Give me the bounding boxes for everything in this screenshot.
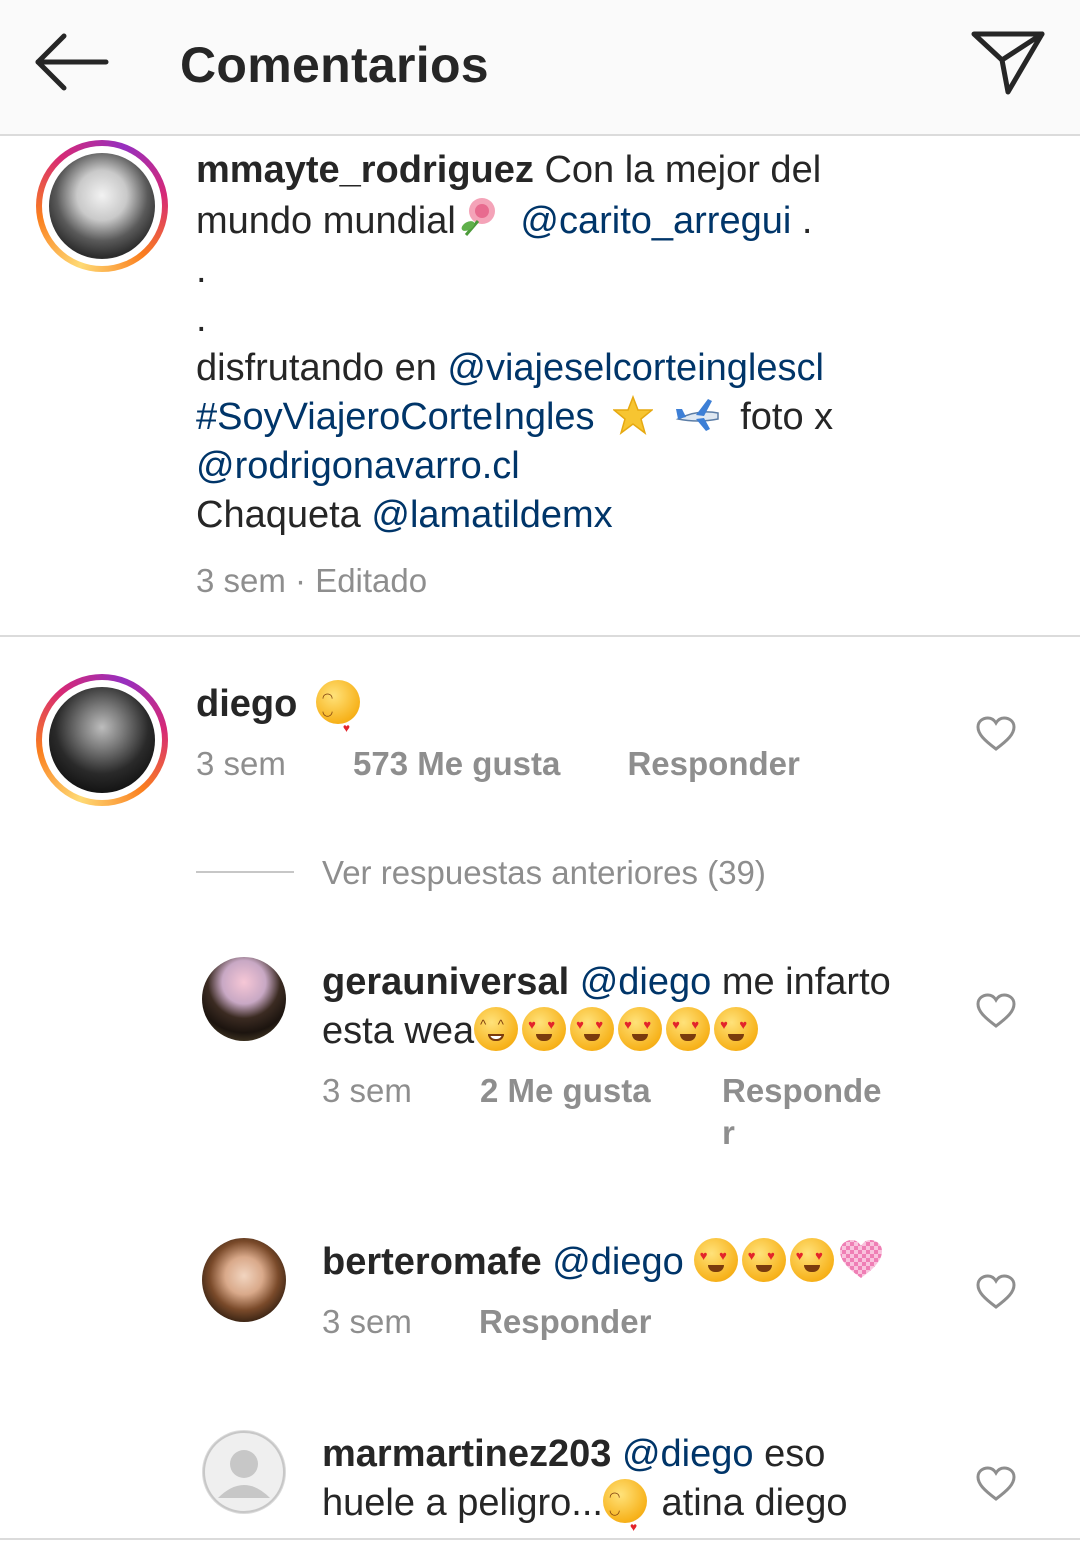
caption-text: disfrutando en	[196, 347, 448, 389]
commenter-avatar[interactable]	[202, 957, 286, 1041]
heart-eyes-emoji-icon: ♥ ♥	[618, 1007, 663, 1051]
reply-gerauniversal: gerauniversal @diego me infarto esta wea…	[322, 958, 962, 1162]
caption-dot: .	[196, 298, 207, 340]
reply-body: marmartinez203 @diego eso	[322, 1430, 962, 1479]
comment-meta: 3 sem 573 Me gusta Responder	[196, 745, 956, 783]
post-caption: mmayte_rodriguez Con la mejor del mundo …	[196, 146, 1056, 600]
caption-line-8: Chaqueta @lamatildemx	[196, 491, 1056, 540]
commenter-avatar[interactable]	[202, 1238, 286, 1322]
reply-button[interactable]: Responde	[722, 1072, 882, 1110]
view-replies-line	[196, 871, 294, 873]
kiss-emoji-icon: ◠ ◡ ♥	[602, 1479, 647, 1534]
heart-eyes-emoji-icon: ♥ ♥	[741, 1238, 786, 1282]
hashtag-link[interactable]: #SoyViajeroCorteIngles	[196, 396, 595, 438]
post-author-avatar[interactable]	[36, 140, 168, 272]
caption-text: Chaqueta	[196, 494, 372, 536]
kiss-emoji-icon: ◠ ◡ ♥	[315, 680, 360, 735]
comment-text: huele a peligro...	[322, 1482, 603, 1524]
caption-text: foto x	[740, 396, 834, 438]
caption-line-6: #SoyViajeroCorteIngles foto x	[196, 393, 1056, 442]
comment-text: eso	[753, 1433, 826, 1475]
bottom-divider	[0, 1538, 1080, 1540]
likes-count-button[interactable]: 2 Me gusta	[480, 1072, 651, 1110]
heart-eyes-emoji-icon: ♥ ♥	[570, 1007, 615, 1051]
comment-username[interactable]: marmartinez203	[322, 1433, 611, 1475]
comment-meta: 3 sem 2 Me gusta Responde r	[322, 1072, 962, 1162]
caption-dot: .	[196, 249, 207, 291]
mention-link[interactable]: @diego	[622, 1433, 754, 1475]
reply-marmartinez203: marmartinez203 @diego eso huele a peligr…	[322, 1430, 962, 1534]
like-heart-icon[interactable]	[976, 1466, 1016, 1502]
mention-link[interactable]: @lamatildemx	[371, 494, 612, 536]
page-title: Comentarios	[180, 37, 489, 93]
reply-button-wrap[interactable]: r	[722, 1114, 735, 1152]
rose-icon	[456, 195, 500, 239]
send-direct-icon[interactable]	[966, 24, 1050, 100]
star-icon	[612, 394, 655, 435]
comment-body: diego ◠ ◡ ♥	[196, 680, 956, 735]
back-arrow-icon[interactable]	[30, 28, 114, 96]
commenter-avatar[interactable]	[36, 674, 168, 806]
heart-eyes-emoji-icon: ♥ ♥	[789, 1238, 834, 1282]
checkered-heart-icon	[838, 1238, 884, 1280]
airplane-icon	[674, 395, 722, 435]
mention-link[interactable]: @rodrigonavarro.cl	[196, 445, 520, 487]
reply-body: huele a peligro... ◠ ◡ ♥ atina diego	[322, 1479, 962, 1534]
like-heart-icon[interactable]	[976, 716, 1016, 752]
comment-diego: diego ◠ ◡ ♥ 3 sem 573 Me gusta Responder	[196, 680, 956, 783]
reply-body: esta wea ^ ^ ♥ ♥ ♥ ♥ ♥ ♥ ♥ ♥ ♥ ♥	[322, 1007, 962, 1056]
caption-text: .	[791, 200, 813, 242]
caption-line-7: @rodrigonavarro.cl	[196, 442, 1056, 491]
comment-username[interactable]: berteromafe	[322, 1241, 542, 1283]
comment-username[interactable]: gerauniversal	[322, 961, 569, 1003]
like-heart-icon[interactable]	[976, 993, 1016, 1029]
top-bar: Comentarios	[0, 0, 1080, 136]
post-author-username[interactable]: mmayte_rodriguez	[196, 149, 534, 191]
heart-eyes-emoji-icon: ♥ ♥	[522, 1007, 567, 1051]
caption-line-1: mmayte_rodriguez Con la mejor del	[196, 146, 1056, 195]
comment-text: me infarto	[711, 961, 891, 1003]
mention-link[interactable]: @diego	[552, 1241, 684, 1283]
reply-button[interactable]: Responder	[479, 1303, 651, 1340]
reply-berteromafe: berteromafe @diego ♥ ♥ ♥ ♥ ♥ ♥ 3 sem Respon…	[322, 1238, 962, 1341]
comment-text: atina diego	[650, 1482, 848, 1524]
comment-text: esta wea	[322, 1010, 475, 1052]
heart-eyes-emoji-icon: ♥ ♥	[666, 1007, 711, 1051]
comment-time: 3 sem	[322, 1303, 412, 1340]
caption-text: mundo mundial	[196, 200, 456, 242]
caption-line-5: disfrutando en @viajeselcorteinglescl	[196, 344, 1056, 393]
reply-button[interactable]: Responder	[627, 745, 799, 782]
mention-link[interactable]: @diego	[580, 961, 712, 1003]
comment-time: 3 sem	[322, 1072, 412, 1109]
default-avatar-icon[interactable]	[202, 1430, 286, 1514]
comment-username[interactable]: diego	[196, 683, 297, 725]
caption-line-2: mundo mundial @carito_arregui .	[196, 195, 1056, 246]
reply-body: berteromafe @diego ♥ ♥ ♥ ♥ ♥ ♥	[322, 1238, 962, 1287]
laughing-tears-emoji-icon: ^ ^	[474, 1007, 519, 1051]
likes-count-button[interactable]: 573 Me gusta	[353, 745, 560, 782]
view-replies-button[interactable]: Ver respuestas anteriores (39)	[322, 854, 766, 892]
comment-time: 3 sem	[196, 745, 286, 782]
heart-eyes-emoji-icon: ♥ ♥	[693, 1238, 738, 1282]
like-heart-icon[interactable]	[976, 1274, 1016, 1310]
mention-link[interactable]: @viajeselcorteinglescl	[447, 347, 824, 389]
mention-link[interactable]: @carito_arregui	[520, 200, 791, 242]
divider	[0, 635, 1080, 637]
heart-eyes-emoji-icon: ♥ ♥	[714, 1007, 759, 1051]
comment-meta: 3 sem Responder	[322, 1303, 962, 1341]
reply-body: gerauniversal @diego me infarto	[322, 958, 962, 1007]
caption-text: Con la mejor del	[544, 149, 822, 191]
post-meta: 3 sem · Editado	[196, 562, 428, 599]
